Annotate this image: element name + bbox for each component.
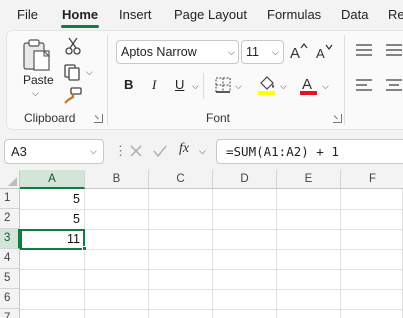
cancel-icon[interactable] <box>128 143 144 159</box>
underline-chevron-down-icon[interactable]: ⌵ <box>192 81 199 92</box>
cut-icon[interactable] <box>64 37 82 55</box>
more-options-icon[interactable]: ⋮ <box>114 143 127 159</box>
tab-formulas[interactable]: Formulas <box>267 7 321 22</box>
tab-review[interactable]: Re <box>388 7 403 22</box>
active-cell-outline <box>20 229 85 250</box>
select-all-button[interactable] <box>0 170 20 189</box>
tab-home[interactable]: Home <box>62 7 98 22</box>
insert-function-button[interactable]: fx <box>179 141 189 157</box>
ribbon-divider <box>344 35 345 125</box>
cell-a2[interactable]: 5 <box>20 209 84 229</box>
format-painter-icon[interactable] <box>63 86 83 104</box>
paste-chevron-down-icon[interactable]: ⌵ <box>32 88 39 99</box>
font-group-label: Font <box>206 111 231 125</box>
svg-text:A: A <box>302 76 312 93</box>
column-header-f[interactable]: F <box>341 170 403 189</box>
font-name-select[interactable]: Aptos Narrow <box>116 40 239 64</box>
font-divider <box>203 73 204 99</box>
font-size-chevron-down-icon[interactable]: ⌵ <box>272 47 279 58</box>
paste-icon[interactable] <box>22 37 52 73</box>
borders-chevron-down-icon[interactable]: ⌵ <box>235 81 242 92</box>
borders-icon[interactable] <box>214 76 232 94</box>
excel-window: File Home Insert Page Layout Formulas Da… <box>0 0 403 318</box>
formula-bar: A3 ⌵ ⋮ fx ⌵ =SUM(A1:A2) + 1 <box>0 134 403 168</box>
worksheet-grid[interactable]: A B C D E F 1 2 3 4 5 6 7 5 5 11 <box>0 170 403 318</box>
row-header-3[interactable]: 3 <box>0 229 20 249</box>
row-header-4[interactable]: 4 <box>0 249 20 269</box>
underline-button[interactable]: U <box>175 77 184 92</box>
ribbon-divider <box>107 35 108 125</box>
column-header-d[interactable]: D <box>213 170 277 189</box>
copy-chevron-down-icon[interactable]: ⌵ <box>86 67 93 78</box>
row-header-2[interactable]: 2 <box>0 209 20 229</box>
top-align-icon[interactable] <box>355 43 373 57</box>
font-name-chevron-down-icon[interactable]: ⌵ <box>228 47 235 58</box>
decrease-font-size-icon[interactable]: A <box>314 43 334 61</box>
clipboard-group-label: Clipboard <box>24 111 76 125</box>
gridline <box>20 289 403 290</box>
gridline <box>20 269 403 270</box>
font-color-chevron-down-icon[interactable]: ⌵ <box>322 81 329 92</box>
column-header-a[interactable]: A <box>20 170 85 189</box>
align-center-icon[interactable] <box>385 78 403 92</box>
svg-text:A: A <box>316 46 325 61</box>
column-header-e[interactable]: E <box>277 170 341 189</box>
bold-button[interactable]: B <box>124 77 133 92</box>
middle-align-icon[interactable] <box>385 43 403 57</box>
ribbon: Paste ⌵ ⌵ Clipboard Aptos Narrow ⌵ 11 ⌵ … <box>6 30 403 130</box>
tab-page-layout[interactable]: Page Layout <box>174 7 247 22</box>
clipboard-dialog-launcher-icon[interactable] <box>94 114 103 123</box>
tab-file[interactable]: File <box>17 7 38 22</box>
row-header-1[interactable]: 1 <box>0 189 20 209</box>
name-box[interactable]: A3 <box>4 139 104 164</box>
cell-a1[interactable]: 5 <box>20 189 84 209</box>
gridline <box>20 309 403 310</box>
column-header-c[interactable]: C <box>149 170 213 189</box>
ribbon-tabs: File Home Insert Page Layout Formulas Da… <box>0 0 403 30</box>
formula-input[interactable]: =SUM(A1:A2) + 1 <box>216 139 403 164</box>
fill-handle[interactable] <box>82 246 87 251</box>
copy-icon[interactable] <box>63 63 81 81</box>
italic-button[interactable]: I <box>152 77 156 93</box>
tab-data[interactable]: Data <box>341 7 368 22</box>
name-box-chevron-down-icon[interactable]: ⌵ <box>90 146 97 157</box>
enter-icon[interactable] <box>152 143 168 159</box>
fill-color-chevron-down-icon[interactable]: ⌵ <box>280 81 287 92</box>
fill-color-icon[interactable] <box>257 74 277 96</box>
paste-button[interactable]: Paste <box>23 73 54 87</box>
row-header-6[interactable]: 6 <box>0 289 20 309</box>
svg-text:A: A <box>290 45 300 61</box>
fx-chevron-down-icon[interactable]: ⌵ <box>199 146 206 157</box>
active-tab-indicator <box>61 25 99 28</box>
increase-font-size-icon[interactable]: A <box>289 43 309 61</box>
align-left-icon[interactable] <box>355 78 373 92</box>
column-header-b[interactable]: B <box>85 170 149 189</box>
row-header-7[interactable]: 7 <box>0 309 20 318</box>
row-header-5[interactable]: 5 <box>0 269 20 289</box>
font-dialog-launcher-icon[interactable] <box>333 114 342 123</box>
font-color-icon[interactable]: A <box>299 74 319 96</box>
tab-insert[interactable]: Insert <box>119 7 152 22</box>
